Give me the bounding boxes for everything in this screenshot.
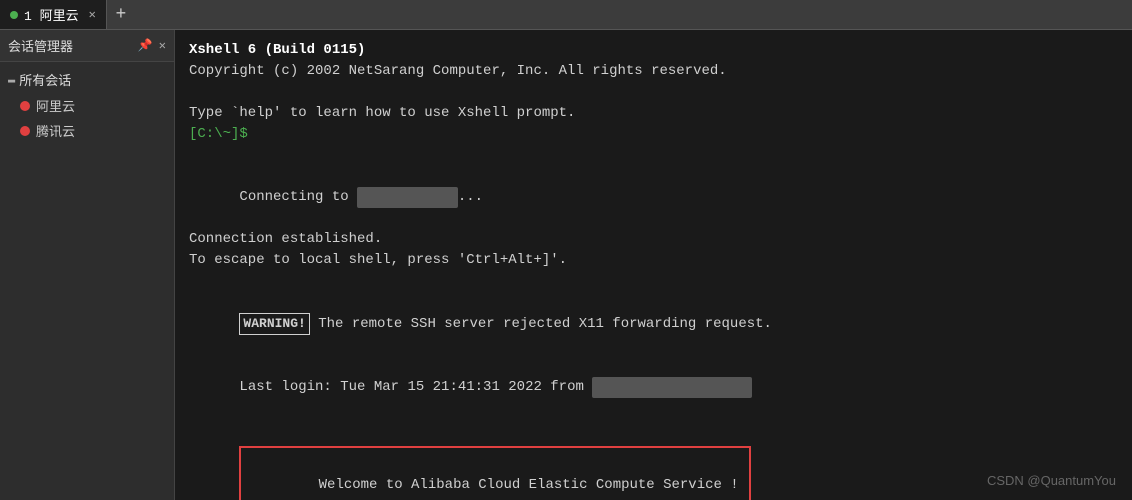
terminal-line-9: To escape to local shell, press 'Ctrl+Al… — [189, 250, 1118, 271]
tab-label: 1 阿里云 — [24, 5, 79, 24]
blurred-ip-1 — [357, 187, 458, 208]
terminal-line-2: Copyright (c) 2002 NetSarang Computer, I… — [189, 61, 1118, 82]
tab-add-button[interactable]: + — [107, 0, 135, 29]
connecting-suffix: ... — [458, 189, 483, 205]
terminal-line-welcome-wrapper: Welcome to Alibaba Cloud Elastic Compute… — [189, 419, 1118, 500]
welcome-box: Welcome to Alibaba Cloud Elastic Compute… — [239, 446, 750, 500]
close-icon[interactable]: ✕ — [159, 38, 166, 53]
last-login-prefix: Last login: Tue Mar 15 21:41:31 2022 fro… — [239, 379, 592, 395]
terminal-area[interactable]: Xshell 6 (Build 0115) Copyright (c) 2002… — [175, 30, 1132, 500]
sidebar: 会话管理器 📌 ✕ ▬ 所有会话 阿里云 腾讯云 — [0, 30, 175, 500]
terminal-line-8: Connection established. — [189, 229, 1118, 250]
main-area: 会话管理器 📌 ✕ ▬ 所有会话 阿里云 腾讯云 Xshell 6 (Build… — [0, 30, 1132, 500]
warning-text: The remote SSH server rejected X11 forwa… — [310, 316, 772, 332]
terminal-line-1: Xshell 6 (Build 0115) — [189, 40, 1118, 61]
folder-icon: ▬ — [8, 73, 15, 87]
tab-aliyun[interactable]: 1 阿里云 ✕ — [0, 0, 107, 29]
warning-badge: WARNING! — [239, 313, 309, 335]
sidebar-group-label[interactable]: ▬ 所有会话 — [0, 66, 174, 93]
tab-bar: 1 阿里云 ✕ + — [0, 0, 1132, 30]
tab-close-icon[interactable]: ✕ — [89, 7, 96, 22]
terminal-line-12: Last login: Tue Mar 15 21:41:31 2022 fro… — [189, 356, 1118, 419]
terminal-line-11: WARNING! The remote SSH server rejected … — [189, 292, 1118, 356]
group-label-text: 所有会话 — [19, 70, 71, 89]
sidebar-header-icons: 📌 ✕ — [138, 38, 166, 53]
connecting-prefix: Connecting to — [239, 189, 357, 205]
sidebar-header: 会话管理器 📌 ✕ — [0, 30, 174, 62]
welcome-text: Welcome to Alibaba Cloud Elastic Compute… — [319, 477, 739, 493]
pin-icon[interactable]: 📌 — [138, 38, 153, 53]
sidebar-item-aliyun[interactable]: 阿里云 — [0, 93, 174, 118]
blurred-ip-2 — [592, 377, 752, 398]
tencentcloud-label: 腾讯云 — [36, 121, 75, 140]
terminal-line-4: Type `help' to learn how to use Xshell p… — [189, 103, 1118, 124]
aliyun-label: 阿里云 — [36, 96, 75, 115]
tencentcloud-status-dot — [20, 126, 30, 136]
sidebar-item-tencentcloud[interactable]: 腾讯云 — [0, 118, 174, 143]
tab-active-dot — [10, 11, 18, 19]
terminal-line-3 — [189, 82, 1118, 103]
aliyun-status-dot — [20, 101, 30, 111]
terminal-line-5: [C:\~]$ — [189, 124, 1118, 145]
sidebar-title: 会话管理器 — [8, 36, 73, 55]
terminal-line-6 — [189, 145, 1118, 166]
sidebar-group-all-sessions: ▬ 所有会话 阿里云 腾讯云 — [0, 62, 174, 147]
terminal-line-10 — [189, 271, 1118, 292]
terminal-line-7: Connecting to ... — [189, 166, 1118, 229]
watermark: CSDN @QuantumYou — [987, 471, 1116, 491]
